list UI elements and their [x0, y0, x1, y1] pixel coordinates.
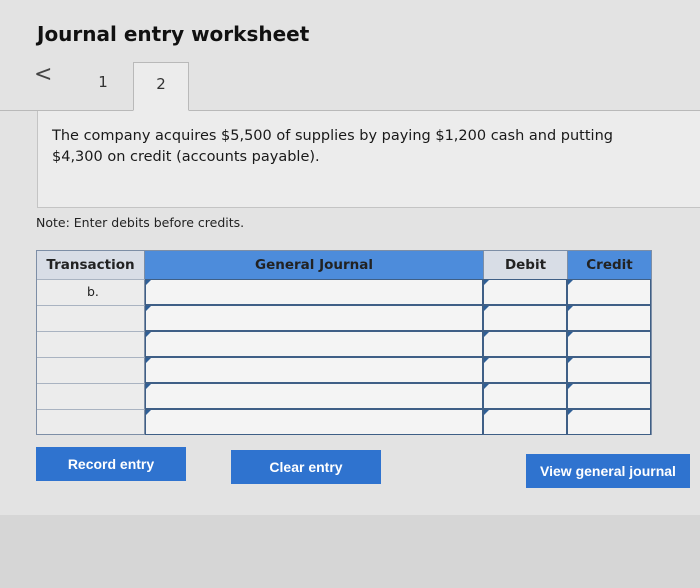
transaction-cell: b.: [37, 279, 145, 305]
transaction-cell: [37, 409, 145, 435]
account-input[interactable]: [145, 279, 483, 305]
debit-input[interactable]: [483, 305, 567, 331]
debit-header: Debit: [483, 251, 567, 279]
account-input[interactable]: [145, 357, 483, 383]
transaction-cell: [37, 305, 145, 331]
account-input[interactable]: [145, 409, 483, 435]
table-row: [37, 409, 651, 435]
view-general-journal-button[interactable]: View general journal: [526, 454, 690, 488]
account-input[interactable]: [145, 305, 483, 331]
record-entry-button[interactable]: Record entry: [36, 447, 186, 481]
transaction-cell: [37, 357, 145, 383]
page-title: Journal entry worksheet: [37, 22, 310, 46]
transaction-header: Transaction: [37, 251, 145, 279]
general-journal-header: General Journal: [145, 251, 483, 279]
table-row: [37, 305, 651, 331]
debit-input[interactable]: [483, 409, 567, 435]
debit-input[interactable]: [483, 357, 567, 383]
debit-input[interactable]: [483, 331, 567, 357]
worksheet-panel: Journal entry worksheet < 1 2 The compan…: [0, 0, 700, 515]
transaction-cell: [37, 331, 145, 357]
tab-1[interactable]: 1: [88, 73, 118, 91]
question-box: The company acquires $5,500 of supplies …: [37, 111, 700, 208]
credit-header: Credit: [567, 251, 651, 279]
debit-input[interactable]: [483, 383, 567, 409]
credit-input[interactable]: [567, 331, 651, 357]
table-row: b.: [37, 279, 651, 305]
tab-2[interactable]: 2: [133, 62, 189, 111]
debit-input[interactable]: [483, 279, 567, 305]
table-row: [37, 383, 651, 409]
account-input[interactable]: [145, 331, 483, 357]
back-arrow-icon[interactable]: <: [34, 62, 52, 87]
journal-table: Transaction General Journal Debit Credit…: [36, 250, 652, 435]
table-row: [37, 331, 651, 357]
note-text: Note: Enter debits before credits.: [36, 215, 245, 230]
credit-input[interactable]: [567, 383, 651, 409]
credit-input[interactable]: [567, 305, 651, 331]
credit-input[interactable]: [567, 409, 651, 435]
clear-entry-button[interactable]: Clear entry: [231, 450, 381, 484]
account-input[interactable]: [145, 383, 483, 409]
credit-input[interactable]: [567, 357, 651, 383]
transaction-cell: [37, 383, 145, 409]
credit-input[interactable]: [567, 279, 651, 305]
table-row: [37, 357, 651, 383]
question-text: The company acquires $5,500 of supplies …: [52, 128, 613, 165]
